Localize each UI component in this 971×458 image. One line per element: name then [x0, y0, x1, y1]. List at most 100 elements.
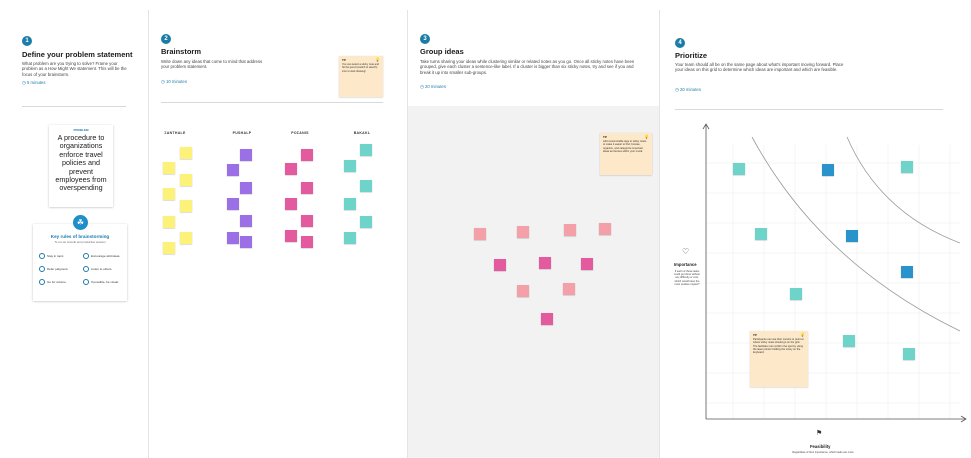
step3-time: 20 minutes [420, 84, 446, 90]
tip-text: Add customizable tags to sticky notes to… [603, 140, 647, 153]
flag-icon: ⚑ [816, 430, 823, 437]
sticky-note[interactable] [301, 149, 313, 161]
step1-time: 5 minutes [22, 80, 46, 86]
rule-item: Stay in topic. [39, 253, 64, 259]
ear-icon [83, 266, 89, 272]
sticky-note[interactable] [227, 198, 239, 210]
step2-divider [161, 102, 383, 103]
step1-divider [22, 106, 126, 107]
sticky-note[interactable] [344, 232, 356, 244]
sticky-note[interactable] [903, 348, 915, 360]
column-header: ΣANTHALE [164, 131, 186, 135]
sticky-note[interactable] [301, 236, 313, 248]
sticky-note[interactable] [822, 164, 834, 176]
rules-title: Key rules of brainstorming [50, 234, 110, 239]
step3-description: Take turns sharing your ideas while clus… [420, 59, 635, 75]
sticky-note[interactable] [517, 226, 529, 238]
sticky-note[interactable] [360, 144, 372, 156]
sticky-note[interactable] [755, 228, 767, 240]
sticky-note[interactable] [581, 258, 593, 270]
sticky-note[interactable] [240, 215, 252, 227]
sticky-note[interactable] [901, 266, 913, 278]
sticky-note[interactable] [163, 162, 175, 174]
sticky-note[interactable] [494, 259, 506, 271]
sticky-note[interactable] [163, 216, 175, 228]
problem-card-label: PROBLEM [73, 128, 89, 132]
step1-panel: 1 Define your problem statement What pro… [10, 10, 149, 458]
sticky-note[interactable] [360, 216, 372, 228]
rules-subtitle: To run an smooth and productive session [54, 240, 106, 244]
prioritization-grid [702, 123, 967, 423]
sticky-note[interactable] [360, 180, 372, 192]
rule-item: If possible, be visual. [83, 279, 119, 285]
sticky-note[interactable] [564, 224, 576, 236]
lightbulb-icon: 💡 [375, 57, 380, 62]
sticky-note[interactable] [180, 174, 192, 186]
column-header: ΡΟΣΑΝΙS [291, 131, 309, 135]
sticky-note[interactable] [733, 163, 745, 175]
lightbulb-icon: 💡 [644, 134, 649, 139]
sticky-note[interactable] [539, 257, 551, 269]
problem-card[interactable]: PROBLEM A procedure to organizations enf… [49, 125, 113, 207]
y-axis-label: Importance [674, 262, 697, 267]
sticky-note[interactable] [901, 161, 913, 173]
sticky-note[interactable] [163, 242, 175, 254]
step1-description: What problem are you trying to solve? Fr… [22, 61, 127, 77]
brain-icon: ☘ [73, 215, 88, 230]
heart-icon: ♡ [682, 247, 690, 256]
sticky-note[interactable] [285, 230, 297, 242]
step3-tip-card: 💡 TIP Add customizable tags to sticky no… [600, 133, 652, 175]
tip-text: You can select a sticky note and hit the… [342, 63, 379, 73]
sticky-note[interactable] [240, 149, 252, 161]
sticky-note[interactable] [163, 188, 175, 200]
sticky-note[interactable] [541, 313, 553, 325]
scale-icon [39, 266, 45, 272]
sticky-note[interactable] [599, 223, 611, 235]
sticky-note[interactable] [843, 335, 855, 347]
sticky-note[interactable] [240, 182, 252, 194]
problem-card-text: A procedure to organizations enforce tra… [55, 133, 107, 193]
step2-description: Write down any ideas that come to mind t… [161, 59, 263, 70]
sticky-note[interactable] [563, 283, 575, 295]
x-axis-description: Regardless of their importance, which ta… [792, 451, 854, 454]
tip-text: Participants can use their cursors to po… [753, 338, 804, 355]
rule-item: Listen to others. [83, 266, 112, 272]
rule-item: Encourage wild ideas. [83, 253, 120, 259]
sticky-note[interactable] [517, 285, 529, 297]
step2-number-badge: 2 [161, 34, 171, 44]
sticky-note[interactable] [227, 164, 239, 176]
sticky-note[interactable] [344, 160, 356, 172]
column-header: PUSHALP [232, 131, 252, 135]
sticky-note[interactable] [285, 198, 297, 210]
sticky-note[interactable] [180, 200, 192, 212]
target-icon [39, 253, 45, 259]
x-axis-label: Feasibility [810, 444, 831, 449]
step2-title: Brainstorm [161, 47, 202, 56]
step2-panel: 2 Brainstorm Write down any ideas that c… [149, 10, 408, 458]
rule-item: Defer judgment. [39, 266, 68, 272]
eye-icon [83, 279, 89, 285]
tip-label: TIP [603, 136, 608, 139]
sticky-note[interactable] [474, 228, 486, 240]
lightbulb-icon: 💡 [800, 332, 805, 337]
step1-number-badge: 1 [22, 36, 32, 46]
sticky-note[interactable] [285, 163, 297, 175]
sticky-note[interactable] [301, 182, 313, 194]
step3-panel: 3 Group ideas Take turns sharing your id… [408, 10, 660, 458]
rule-item: Go for volume. [39, 279, 67, 285]
rules-card: ☘ Key rules of brainstorming To run an s… [33, 215, 127, 301]
sticky-note[interactable] [301, 215, 313, 227]
sticky-note[interactable] [227, 232, 239, 244]
sticky-note[interactable] [240, 236, 252, 248]
sticky-note[interactable] [180, 232, 192, 244]
sticky-note[interactable] [846, 230, 858, 242]
stack-icon [39, 279, 45, 285]
step2-tip-card: 💡 TIP You can select a sticky note and h… [339, 56, 383, 97]
sticky-note[interactable] [790, 288, 802, 300]
sticky-note[interactable] [180, 147, 192, 159]
step4-tip-card: 💡 TIP Participants can use their cursors… [750, 331, 808, 387]
step3-number-badge: 3 [420, 34, 430, 44]
sticky-note[interactable] [344, 198, 356, 210]
step2-time: 10 minutes [161, 79, 187, 85]
step1-title: Define your problem statement [22, 50, 133, 59]
